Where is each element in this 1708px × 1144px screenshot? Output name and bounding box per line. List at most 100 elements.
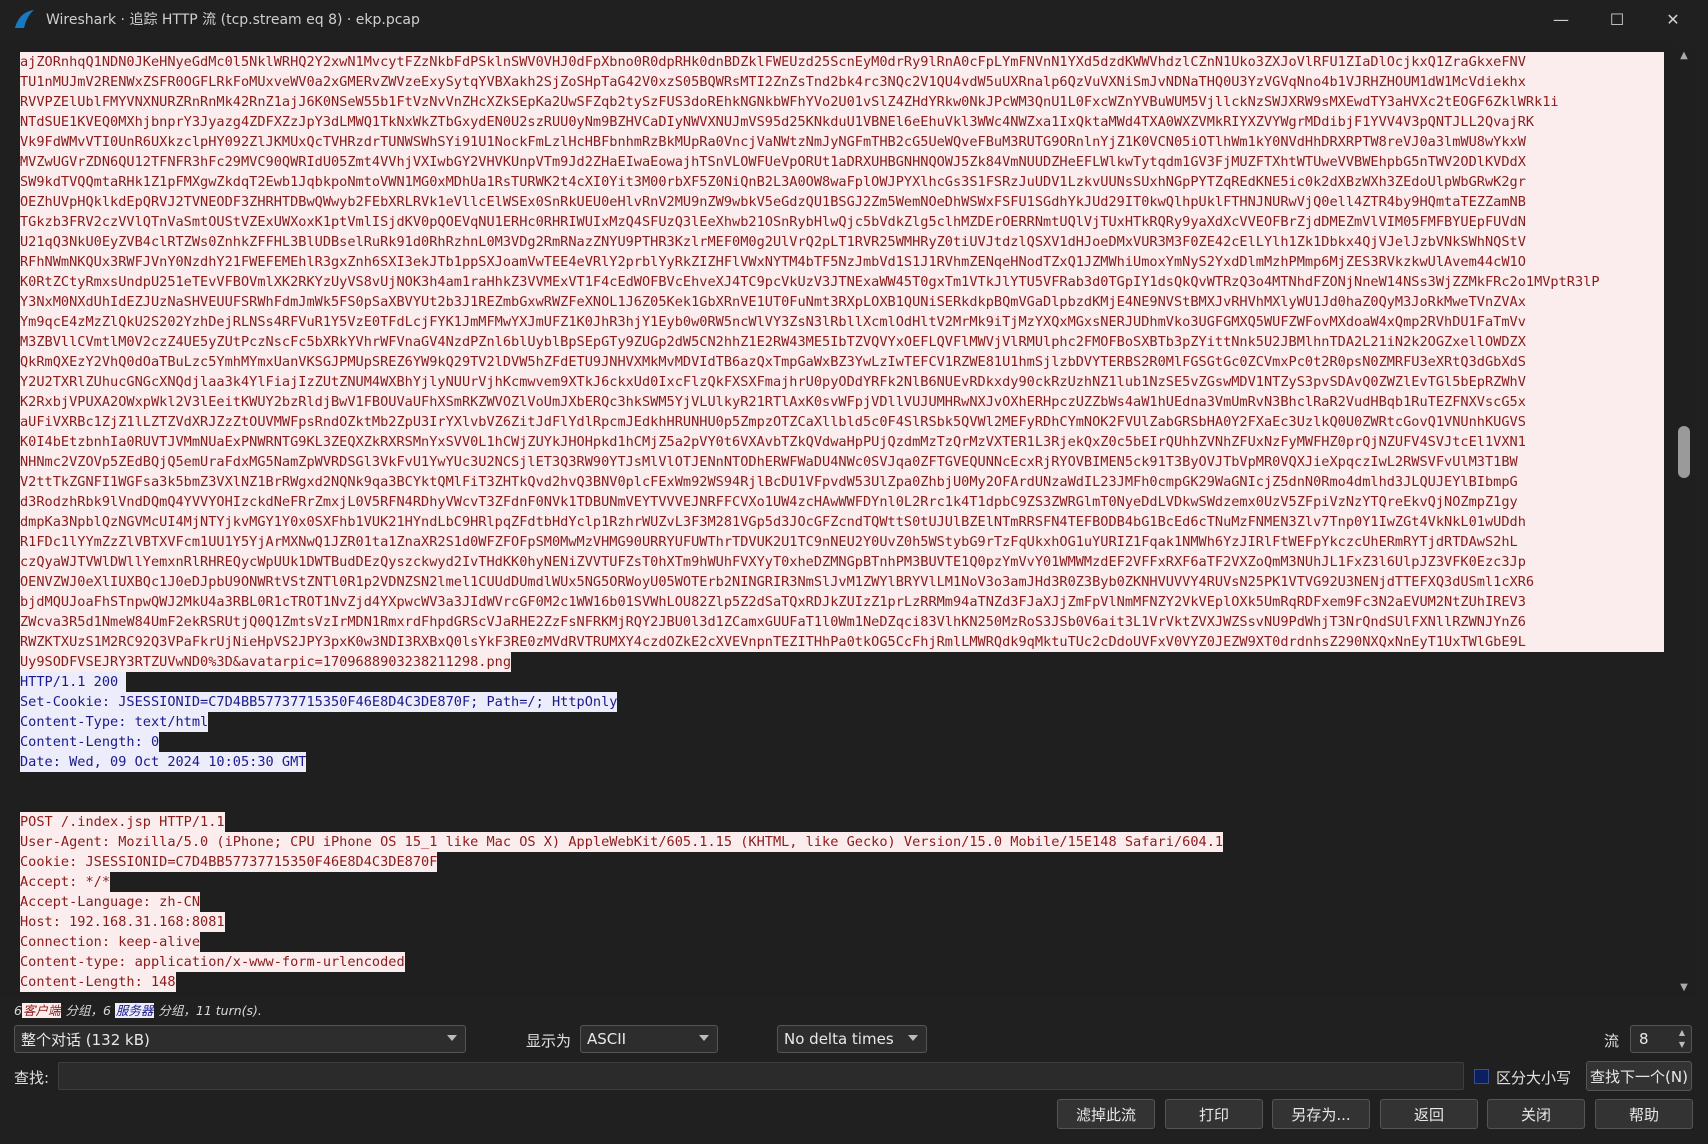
vertical-scrollbar[interactable]: ▲ ▼ (1672, 48, 1696, 996)
find-next-button[interactable]: 查找下一个(N) (1586, 1061, 1692, 1091)
client-body-line-text: TU1nMUJmV2RENWxZSFR0OGFLRkFoMUxveWV0a2xG… (20, 72, 1664, 92)
show-as-select-value: ASCII (587, 1030, 627, 1048)
client-body-line-text: MVZwUGVrZDN6QU12TFNFR3hFc29MVC90QWRIdU05… (20, 152, 1664, 172)
client-body-line: dmpKa3NpblQzNGVMcUI4MjNTYjkvMGY1Y0x0SXFh… (20, 512, 1672, 532)
client-body-line-text: SW9kdTVQQmtaRHk1Z1pFMXgwZkdqT2Ewb1Jqbkpo… (20, 172, 1664, 192)
client-body-line: NTdSUE1KVEQ0MXhjbnprY3Jyazg4ZDFXZzJpY3dL… (20, 112, 1672, 132)
client-request-line-text: User-Agent: Mozilla/5.0 (iPhone; CPU iPh… (20, 832, 1224, 852)
case-sensitive-checkbox[interactable] (1474, 1069, 1489, 1084)
client-body-line-text: R1FDc1lYYmZzZlVBTXVFcm1UU1Y5YjArMXNwQ1JZ… (20, 532, 1664, 552)
client-body-line: Ym9qcE4zMzZlQkU2S202YzhDejRLNSs4RFVuR1Y5… (20, 312, 1672, 332)
client-body-line-text: ZWcva3R5d1NmeW84UmF2ekRSRUtjQ0Q1ZmtsVzIr… (20, 612, 1664, 632)
client-body-line: TU1nMUJmV2RENWxZSFR0OGFLRkFoMUxveWV0a2xG… (20, 72, 1672, 92)
client-body-line-text: K0RtZCtyRmxsUndpU251eTEvVFBOVmlXK2RKYzUy… (20, 272, 1664, 292)
client-body-line: Y2U2TXRlZUhucGNGcXNQdjlaa3k4YlFiajIzZUtZ… (20, 372, 1672, 392)
client-body-line-text: dmpKa3NpblQzNGVMcUI4MjNTYjkvMGY1Y0x0SXFh… (20, 512, 1664, 532)
server-response-line: HTTP/1.1 200 (20, 672, 1672, 692)
client-body-line-text: aUFiVXRBc1ZjZ1lLZTZVdXRJZzZtOUVMWFpsRndO… (20, 412, 1664, 432)
client-body-line: K0I4bEtzbnhIa0RUVTJVMmNUaExPNWRNTG9KL3ZE… (20, 432, 1672, 452)
server-response-line: Content-Length: 0 (20, 732, 1672, 752)
chevron-down-icon (447, 1035, 457, 1041)
client-body-line-text: Y3NxM0NXdUhIdEZJUzNaSHVEUUFSRWhFdmJmWk5F… (20, 292, 1664, 312)
client-request-line: User-Agent: Mozilla/5.0 (iPhone; CPU iPh… (20, 832, 1672, 852)
stream-number-spinbox[interactable]: 8 ▲ ▼ (1630, 1025, 1692, 1053)
show-as-label: 显示为 (526, 1032, 572, 1050)
client-body-line: MVZwUGVrZDN6QU12TFNFR3hFc29MVC90QWRIdU05… (20, 152, 1672, 172)
stream-number-value: 8 (1639, 1030, 1649, 1048)
find-input[interactable] (58, 1062, 1464, 1090)
chevron-down-icon (699, 1035, 709, 1041)
back-button[interactable]: 返回 (1380, 1099, 1478, 1129)
client-body-line: QkRmQXEzY2VhQ0dOaTBuLzc5YmhMYmxUanVKSGJP… (20, 352, 1672, 372)
client-body-line: OENVZWJ0eXlIUXBQc1J0eDJpbU9ONWRtVStZNTl0… (20, 572, 1672, 592)
summary-mid: 分组，6 (61, 1003, 115, 1018)
client-body-line-text: OEZhUVpHQklkdEpQRVJ2TVNEODF3ZHRHTDBwQWwy… (20, 192, 1664, 212)
client-body-line-text: Ym9qcE4zMzZlQkU2S202YzhDejRLNSs4RFVuR1Y5… (20, 312, 1664, 332)
delta-times-select-value: No delta times (784, 1030, 894, 1048)
client-body-line-text: NHNmc2VZOVp5ZEdBQjQ5emUraFdxMG5NamZpWVRD… (20, 452, 1664, 472)
client-body-line: Y3NxM0NXdUhIdEZJUzNaSHVEUUFSRWhFdmJmWk5F… (20, 292, 1672, 312)
spin-up-icon[interactable]: ▲ (1675, 1027, 1689, 1039)
title-bar: Wireshark · 追踪 HTTP 流 (tcp.stream eq 8) … (0, 0, 1708, 38)
client-request-line: Accept-Language: zh-CN (20, 892, 1672, 912)
close-button[interactable]: 关闭 (1487, 1099, 1585, 1129)
client-body-line-text: Vk9FdWMvVTI0UnR6UXkzclpHY092ZlJKMUxQcTVH… (20, 132, 1664, 152)
client-body-line-text: K0I4bEtzbnhIa0RUVTJVMmNUaExPNWRNTG9KL3ZE… (20, 432, 1664, 452)
client-body-line-text: ajZORnhqQ1NDN0JKeHNyeGdMc0l5NklWRHQ2Y2xw… (20, 52, 1664, 72)
client-body-line: ajZORnhqQ1NDN0JKeHNyeGdMc0l5NklWRHQ2Y2xw… (20, 52, 1672, 72)
scroll-up-arrow-icon[interactable]: ▲ (1678, 50, 1690, 62)
client-body-line-text: d3RodzhRbk9lVndDQmQ4YVVYOHIzckdNeFRrZmxj… (20, 492, 1664, 512)
maximize-button[interactable]: ☐ (1589, 0, 1645, 38)
client-body-line: d3RodzhRbk9lVndDQmQ4YVVYOHIzckdNeFRrZmxj… (20, 492, 1672, 512)
server-response-line-text: Set-Cookie: JSESSIONID=C7D4BB57737715350… (20, 692, 618, 712)
filter-out-stream-button[interactable]: 滤掉此流 (1057, 1099, 1155, 1129)
server-response-line-text: HTTP/1.1 200 (20, 672, 127, 692)
client-body-line: RFhNWmNKQUx3RWFJVnY0NzdhY21FWEFEMEhlR3gx… (20, 252, 1672, 272)
client-request-line: Content-Length: 148 (20, 972, 1672, 992)
client-body-line-text: NTdSUE1KVEQ0MXhjbnprY3Jyazg4ZDFXZzJpY3dL… (20, 112, 1664, 132)
client-request-line-text: POST /.index.jsp HTTP/1.1 (20, 812, 225, 832)
help-button[interactable]: 帮助 (1595, 1099, 1693, 1129)
client-request-line: Accept: */* (20, 872, 1672, 892)
follow-stream-text[interactable]: ajZORnhqQ1NDN0JKeHNyeGdMc0l5NklWRHQ2Y2xw… (0, 38, 1672, 996)
client-body-line-text: M3ZBVllCVmtlM0V2czZ4UE5yZUtPczNscFc5bXRk… (20, 332, 1664, 352)
chevron-down-icon (908, 1035, 918, 1041)
spin-down-icon[interactable]: ▼ (1675, 1039, 1689, 1051)
client-request-line: POST /.index.jsp HTTP/1.1 (20, 812, 1672, 832)
minimize-button[interactable]: — (1533, 0, 1589, 38)
client-body-line: SW9kdTVQQmtaRHk1Z1pFMXgwZkdqT2Ewb1Jqbkpo… (20, 172, 1672, 192)
delta-times-select[interactable]: No delta times (777, 1025, 927, 1053)
client-body-line: bjdMQUJoaFhSTnpwQWJ2MkU4a3RBL0R1cTROT1Nv… (20, 592, 1672, 612)
scroll-down-arrow-icon[interactable]: ▼ (1678, 982, 1690, 994)
print-button[interactable]: 打印 (1165, 1099, 1263, 1129)
client-body-line: M3ZBVllCVmtlM0V2czZ4UE5yZUtPczNscFc5bXRk… (20, 332, 1672, 352)
client-body-line-text: RVVPZElUblFMYVNXNURZRnRnMk42RnZ1ajJ6K0NS… (20, 92, 1664, 112)
client-body-line-text: QkRmQXEzY2VhQ0dOaTBuLzc5YmhMYmxUanVKSGJP… (20, 352, 1664, 372)
client-body-line-text: U21qQ3NkU0EyZVB4clRTZWs0ZnhkZFFHL3BlUDBs… (20, 232, 1664, 252)
client-packet-count: 6 (14, 1003, 22, 1018)
client-body-line: R1FDc1lYYmZzZlVBTXVFcm1UU1Y5YjArMXNwQ1JZ… (20, 532, 1672, 552)
client-body-line-text: RFhNWmNKQUx3RWFJVnY0NzdhY21FWEFEMEhlR3gx… (20, 252, 1664, 272)
client-body-line-text: Uy9SODFVSEJRY3RTZUVwND0%3D&avatarpic=170… (20, 652, 512, 672)
client-request-line-text: Content-type: application/x-www-form-url… (20, 952, 405, 972)
client-body-line: czQyaWJTVWlDWllYemxnRlRHREQycWpUUk1DWTBu… (20, 552, 1672, 572)
client-body-line-text: czQyaWJTVWlDWllYemxnRlRHREQycWpUUk1DWTBu… (20, 552, 1664, 572)
server-response-line-text: Content-Type: text/html (20, 712, 209, 732)
client-request-line-text: Accept: */* (20, 872, 111, 892)
close-window-button[interactable]: ✕ (1645, 0, 1701, 38)
conversation-select[interactable]: 整个对话 (132 kB) (14, 1025, 466, 1053)
client-body-line: K2RxbjVPUXA2OWxpWkl2V3lEeitKWUY2bzRldjBw… (20, 392, 1672, 412)
client-request-line-text: Cookie: JSESSIONID=C7D4BB57737715350F46E… (20, 852, 438, 872)
server-response-line-text: Content-Length: 0 (20, 732, 160, 752)
conversation-select-value: 整个对话 (132 kB) (21, 1030, 150, 1049)
show-as-select[interactable]: ASCII (580, 1025, 718, 1053)
client-body-line: OEZhUVpHQklkdEpQRVJ2TVNEODF3ZHRHTDBwQWwy… (20, 192, 1672, 212)
save-as-button[interactable]: 另存为... (1272, 1099, 1370, 1129)
client-body-line: TGkzb3FRV2czVVlQTnVaSmtOUStVZExUWXoxK1pt… (20, 212, 1672, 232)
client-body-line-text: RWZKTXUzS1M2RC92Q3VPaFkrUjNieHpVS2JPY3px… (20, 632, 1664, 652)
client-body-line-text: K2RxbjVPUXA2OWxpWkl2V3lEeitKWUY2bzRldjBw… (20, 392, 1664, 412)
scrollbar-thumb[interactable] (1678, 426, 1690, 478)
client-request-line: Content-type: application/x-www-form-url… (20, 952, 1672, 972)
